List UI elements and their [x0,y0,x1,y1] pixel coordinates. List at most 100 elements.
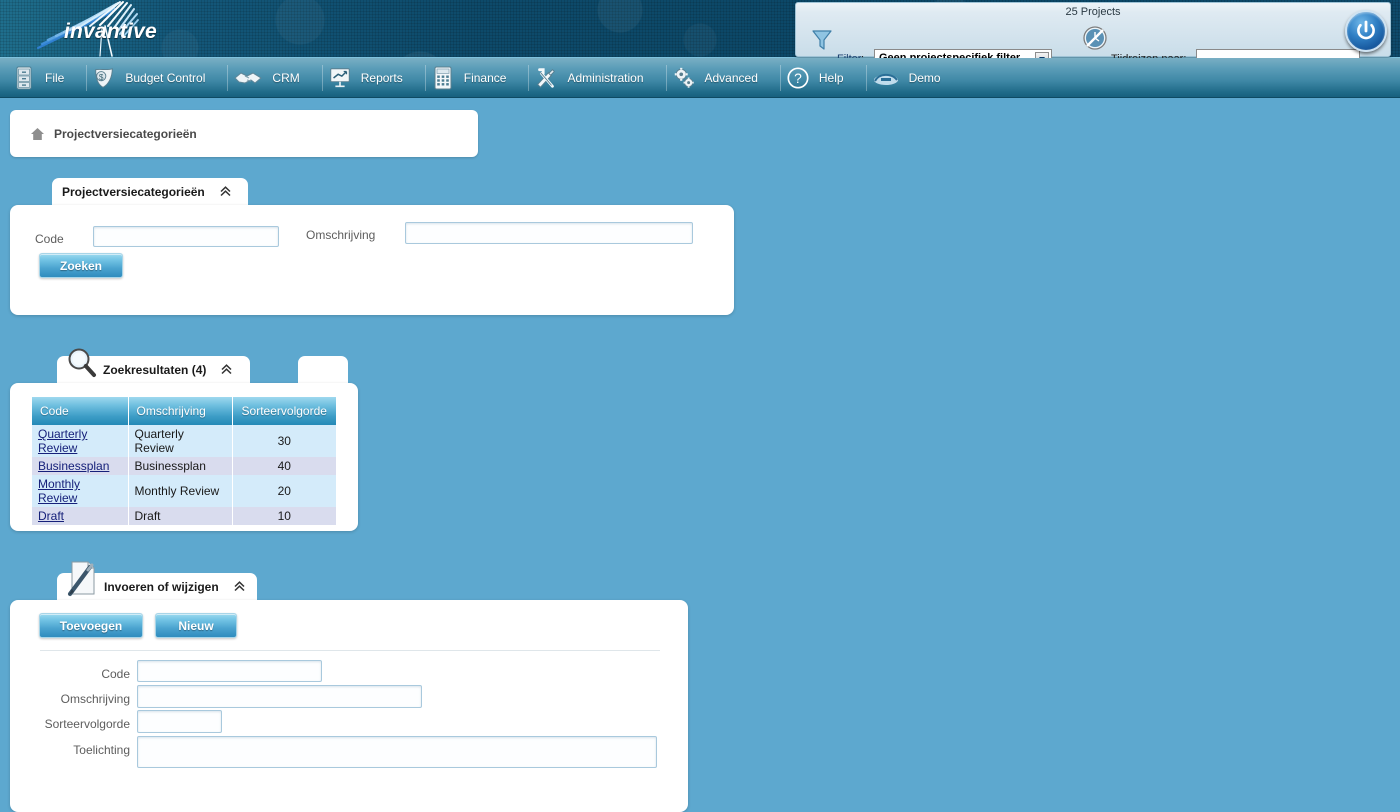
cell-omschrijving: Monthly Review [128,475,233,507]
menu-item-label: Advanced [704,70,758,85]
menu-item-file[interactable]: File [6,58,70,98]
svg-text:?: ? [794,70,802,86]
results-panel-tab-label: Zoekresultaten (4) [103,362,207,377]
search-panel-tab-label: Projectversiecategorieën [62,184,205,199]
column-header-sorteervolgorde[interactable]: Sorteervolgorde [232,397,336,425]
menu-item-label: Finance [463,70,507,85]
results-table: Code Omschrijving Sorteervolgorde Quarte… [32,397,336,525]
cell-code[interactable]: Draft [32,507,129,525]
omschrijving-label: Omschrijving [306,228,376,242]
menu-item-label: Budget Control [125,70,206,85]
column-header-omschrijving[interactable]: Omschrijving [128,397,233,425]
gears-icon [674,67,694,88]
double-chevron-up-icon[interactable] [220,363,233,376]
menu-item-reports[interactable]: Reports [321,58,409,98]
results-panel: Code Omschrijving Sorteervolgorde Quarte… [10,383,358,531]
home-icon[interactable] [30,127,45,141]
edit-omschrijving-input[interactable] [137,685,422,708]
zoeken-button[interactable]: Zoeken [39,253,123,278]
row-code-link[interactable]: Businessplan [38,459,109,473]
double-chevron-up-icon[interactable] [233,580,246,593]
question-circle-icon: ? [787,66,809,89]
menu-item-label: File [45,70,65,85]
cell-code[interactable]: Businessplan [32,457,129,475]
cabinet-icon [16,66,32,89]
breadcrumb-label[interactable]: Projectversiecategorieën [54,127,197,141]
column-header-code[interactable]: Code [32,397,129,425]
cell-code[interactable]: Monthly Review [32,475,129,507]
double-chevron-up-icon[interactable] [219,185,232,198]
row-code-link[interactable]: Monthly Review [38,477,80,505]
search-code-input[interactable] [93,226,279,247]
menu-item-label: Demo [908,70,941,85]
cell-sorteervolgorde: 40 [232,457,336,475]
divider [40,650,660,651]
cell-omschrijving: Businessplan [128,457,233,475]
table-row[interactable]: Businessplan Businessplan 40 [32,457,336,475]
logo-wordmark: invantive [64,20,157,43]
menu-item-advanced[interactable]: Advanced [665,58,764,98]
table-header-row: Code Omschrijving Sorteervolgorde [32,397,336,425]
edit-toelichting-label: Toelichting [73,743,130,757]
search-panel-tab[interactable]: Projectversiecategorieën [52,178,248,205]
filter-row: Filter : Geen projectspecifiek filter Ti… [796,22,1390,69]
cell-omschrijving: Quarterly Review [128,425,233,457]
power-button[interactable] [1345,10,1387,52]
edit-panel-tab-label: Invoeren of wijzigen [104,579,219,594]
edit-panel-tab[interactable]: Invoeren of wijzigen [57,561,257,600]
edit-sorteervolgorde-input[interactable] [137,710,222,733]
menu-item-finance[interactable]: Finance [424,58,513,98]
app-banner: invantive 25 Projects Filter : Geen proj… [0,0,1400,69]
search-omschrijving-input[interactable] [405,222,693,244]
clock-no-icon[interactable] [1082,25,1108,51]
table-row[interactable]: Draft Draft 10 [32,507,336,525]
presentation-chart-icon [330,67,350,87]
cell-sorteervolgorde: 10 [232,507,336,525]
nieuw-button-label: Nieuw [178,618,214,633]
cell-omschrijving: Draft [128,507,233,525]
project-count-label: 25 Projects [1065,6,1121,18]
menu-item-label: Reports [360,70,403,85]
row-code-link[interactable]: Draft [38,509,64,523]
edit-sorteervolgorde-label: Sorteervolgorde [44,717,130,731]
menu-item-administration[interactable]: Administration [528,58,649,98]
edit-toelichting-input[interactable] [137,736,657,768]
menu-item-budget-control[interactable]: $ Budget Control [86,58,211,98]
menu-item-demo[interactable]: Demo [865,58,947,98]
edit-omschrijving-label: Omschrijving [60,692,130,706]
menu-item-help[interactable]: ? Help [779,58,850,98]
code-label: Code [35,232,64,246]
menu-item-crm[interactable]: CRM [227,58,305,98]
search-panel: Code Omschrijving Zoeken 10 rijen per pa… [10,205,734,479]
toevoegen-button-label: Toevoegen [59,618,123,633]
table-row[interactable]: Quarterly Review Quarterly Review 30 [32,425,336,457]
edit-code-label: Code [101,667,130,681]
cell-sorteervolgorde: 30 [232,425,336,457]
nieuw-button[interactable]: Nieuw [155,613,237,638]
funnel-icon [812,30,832,50]
zoeken-button-label: Zoeken [59,258,102,273]
table-row[interactable]: Monthly Review Monthly Review 20 [32,475,336,507]
document-pencil-icon [67,561,95,597]
menu-item-label: Help [818,70,844,85]
toevoegen-button[interactable]: Toevoegen [39,613,143,638]
magnifier-icon [68,348,96,377]
edit-code-input[interactable] [137,660,322,682]
handshake-icon [234,72,262,83]
results-panel-tab[interactable]: Zoekresultaten (4) [57,348,250,383]
menu-item-label: Administration [567,70,644,85]
tools-icon [537,67,556,88]
edit-panel: Toevoegen Nieuw Code Omschrijving Sortee… [10,600,688,812]
power-icon [1357,20,1375,40]
menu-item-label: CRM [272,70,300,85]
cell-sorteervolgorde: 20 [232,475,336,507]
breadcrumb: Projectversiecategorieën [10,110,478,157]
main-menubar: File $ Budget Control CRM Reports Financ… [0,58,1400,98]
results-panel-secondary-tab[interactable] [298,356,348,383]
project-filter-bar: 25 Projects Filter : Geen projectspecifi… [795,2,1391,69]
calculator-icon [434,66,452,89]
user-blue-icon [873,73,898,85]
row-code-link[interactable]: Quarterly Review [38,427,87,455]
app-logo: invantive [30,0,170,58]
cell-code[interactable]: Quarterly Review [32,425,129,457]
